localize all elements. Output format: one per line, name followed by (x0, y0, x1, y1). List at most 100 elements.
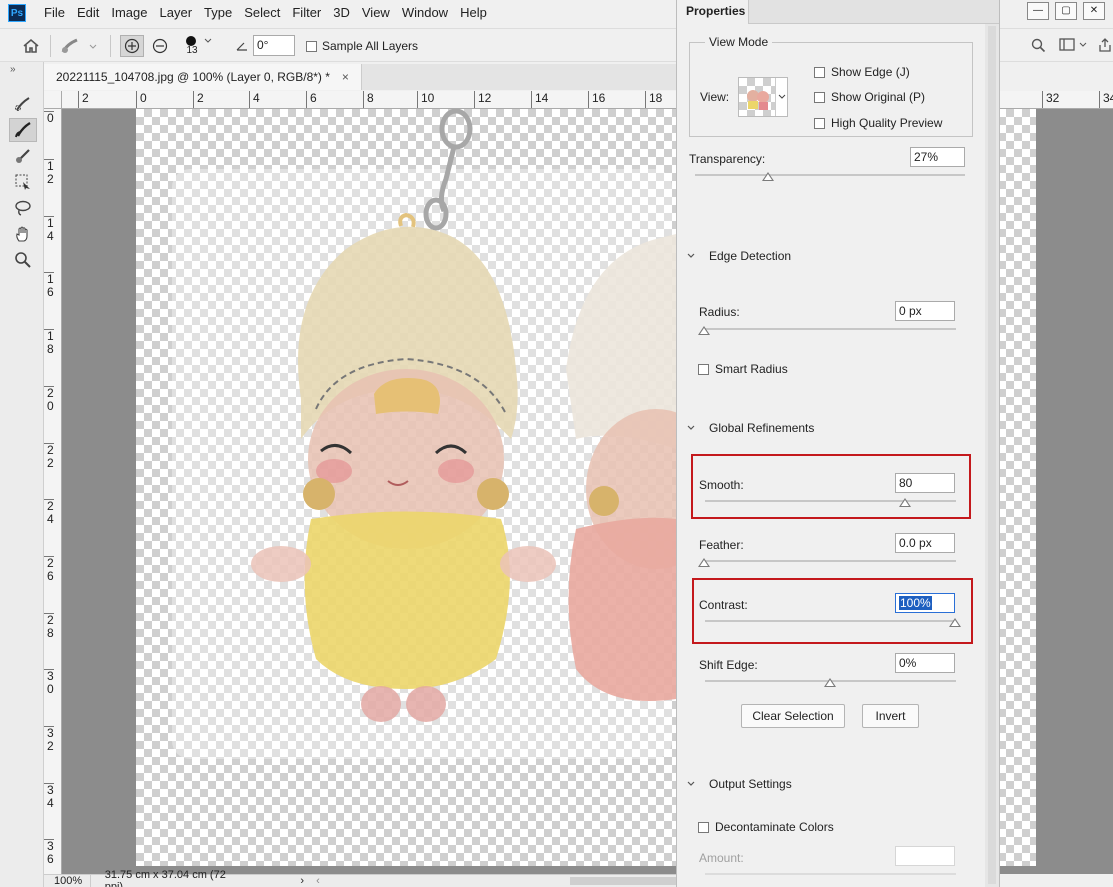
shift-edge-slider-thumb[interactable] (824, 678, 836, 687)
sample-all-layers-label: Sample All Layers (322, 39, 419, 53)
menu-type[interactable]: Type (198, 0, 238, 26)
document-tab[interactable]: 20221115_104708.jpg @ 100% (Layer 0, RGB… (44, 64, 362, 90)
home-icon[interactable] (18, 35, 44, 57)
amount-label: Amount: (699, 851, 744, 865)
view-mode-picker[interactable] (738, 77, 788, 117)
checkbox-box[interactable] (814, 117, 825, 129)
checkbox-box[interactable] (306, 40, 317, 52)
smooth-slider-thumb[interactable] (899, 498, 911, 507)
refine-edge-brush-tool-icon[interactable] (9, 118, 37, 142)
horizontal-scrollbar-thumb[interactable] (569, 877, 676, 885)
menu-view[interactable]: View (356, 0, 396, 26)
high-quality-preview-checkbox[interactable]: High Quality Preview (814, 116, 942, 130)
zoom-tool-icon[interactable] (9, 248, 37, 272)
show-edge-checkbox[interactable]: Show Edge (J) (814, 65, 910, 79)
status-chevron-right-icon[interactable]: › (300, 875, 304, 887)
transparency-slider-thumb[interactable] (762, 172, 774, 181)
chevron-down-icon (204, 38, 212, 43)
lasso-tool-icon[interactable] (9, 196, 37, 220)
menu-window[interactable]: Window (396, 0, 454, 26)
subtract-from-selection-icon[interactable] (149, 35, 171, 57)
contrast-slider[interactable] (705, 620, 956, 622)
brush-tool-icon[interactable] (9, 144, 37, 168)
chevron-down-icon (687, 781, 695, 786)
checkbox-box[interactable] (698, 363, 709, 375)
close-window-button[interactable]: ✕ (1083, 2, 1105, 20)
smooth-slider[interactable] (705, 500, 956, 502)
global-refinements-header[interactable]: Global Refinements (687, 421, 814, 435)
checkbox-box[interactable] (698, 821, 709, 833)
canvas[interactable] (62, 109, 676, 874)
menu-3d[interactable]: 3D (327, 0, 356, 26)
quick-selection-tool-icon[interactable] (9, 92, 37, 116)
amount-slider[interactable] (705, 873, 956, 875)
feather-input[interactable]: 0.0 px (895, 533, 955, 553)
checkbox-box[interactable] (814, 91, 825, 103)
collapse-toolbox-icon[interactable]: » (10, 64, 16, 75)
show-original-checkbox[interactable]: Show Original (P) (814, 90, 925, 104)
photoshop-logo-icon: Ps (8, 4, 26, 22)
amount-input[interactable] (895, 846, 955, 866)
menu-select[interactable]: Select (238, 0, 286, 26)
tab-properties[interactable]: Properties (677, 0, 749, 24)
ruler-label: 1 2 (44, 159, 54, 186)
feather-slider[interactable] (705, 560, 956, 562)
feather-slider-thumb[interactable] (698, 558, 710, 567)
transparency-input[interactable]: 27% (910, 147, 965, 167)
edge-detection-header[interactable]: Edge Detection (687, 249, 791, 263)
menu-edit[interactable]: Edit (71, 0, 105, 26)
contrast-slider-thumb[interactable] (949, 618, 961, 627)
smooth-label: Smooth: (699, 478, 744, 492)
menu-filter[interactable]: Filter (286, 0, 327, 26)
ruler-corner (44, 91, 62, 109)
ruler-label: 3 6 (44, 839, 54, 866)
hand-tool-icon[interactable] (9, 222, 37, 246)
minimize-button[interactable]: — (1027, 2, 1049, 20)
panel-scrollbar-thumb[interactable] (988, 26, 996, 884)
decontaminate-colors-checkbox[interactable]: Decontaminate Colors (698, 820, 834, 834)
menu-help[interactable]: Help (454, 0, 493, 26)
object-selection-tool-icon[interactable] (9, 170, 37, 194)
ruler-label: 8 (363, 91, 374, 108)
add-to-selection-icon[interactable] (120, 35, 144, 57)
brush-size-picker[interactable]: 13 (180, 35, 218, 57)
ruler-label: 14 (531, 91, 548, 108)
sample-all-layers-checkbox[interactable]: Sample All Layers (306, 39, 418, 53)
clear-selection-button[interactable]: Clear Selection (741, 704, 845, 728)
radius-slider[interactable] (705, 328, 956, 330)
ruler-label: 3 2 (44, 726, 54, 753)
contrast-label: Contrast: (699, 598, 748, 612)
shift-edge-input[interactable]: 0% (895, 653, 955, 673)
search-icon[interactable] (1028, 34, 1048, 56)
share-icon[interactable] (1098, 34, 1112, 56)
angle-input[interactable]: 0° (253, 35, 295, 56)
zoom-level[interactable]: 100% (44, 874, 91, 887)
menu-image[interactable]: Image (105, 0, 153, 26)
smooth-input[interactable]: 80 (895, 473, 955, 493)
panel-scrollbar[interactable] (985, 24, 999, 887)
scroll-left-icon[interactable]: ‹ (316, 875, 320, 887)
workspace-icon[interactable] (1058, 34, 1090, 56)
menu-file[interactable]: File (38, 0, 71, 26)
chevron-down-icon (687, 425, 695, 430)
menu-layer[interactable]: Layer (154, 0, 199, 26)
close-document-icon[interactable]: × (342, 70, 349, 84)
properties-panel: Properties View Mode View: Show Edge (J)… (676, 0, 1000, 887)
smart-radius-checkbox[interactable]: Smart Radius (698, 362, 788, 376)
ruler-label: 2 (193, 91, 204, 108)
transparency-slider[interactable] (695, 174, 965, 176)
restore-button[interactable]: ▢ (1055, 2, 1077, 20)
ruler-label: 12 (474, 91, 491, 108)
horizontal-ruler-right: 32 34 (998, 91, 1113, 109)
options-bar-right (1000, 28, 1113, 62)
ruler-label: 18 (645, 91, 662, 108)
tool-preset-picker[interactable] (58, 35, 100, 57)
invert-button[interactable]: Invert (862, 704, 919, 728)
contrast-input[interactable]: 100% (895, 593, 955, 613)
output-settings-header[interactable]: Output Settings (687, 777, 792, 791)
checkbox-box[interactable] (814, 66, 825, 78)
ruler-label: 3 0 (44, 669, 54, 696)
ruler-label: 1 8 (44, 329, 54, 356)
radius-input[interactable]: 0 px (895, 301, 955, 321)
radius-slider-thumb[interactable] (698, 326, 710, 335)
